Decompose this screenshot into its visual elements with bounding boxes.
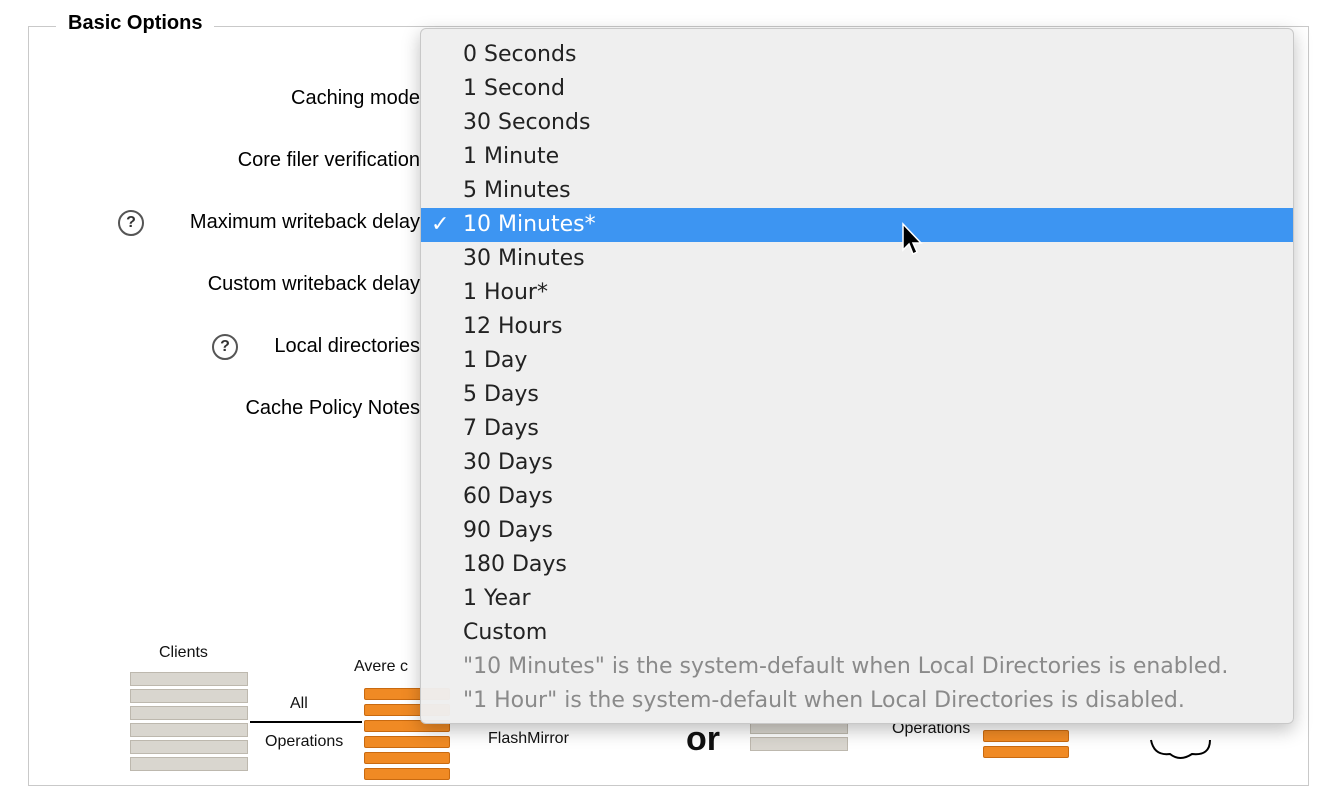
dropdown-option-label: 5 Minutes	[463, 178, 571, 203]
custom-writeback-delay-label: Custom writeback delay	[207, 273, 420, 295]
dropdown-option[interactable]: 5 Minutes	[421, 174, 1293, 208]
dropdown-option[interactable]: 7 Days	[421, 412, 1293, 446]
dropdown-option[interactable]: 30 Days	[421, 446, 1293, 480]
local-directories-label: Local directories	[274, 335, 420, 357]
dropdown-option-label: 1 Year	[463, 586, 531, 611]
dropdown-option-label: 10 Minutes*	[463, 212, 596, 237]
diagram-clients-label: Clients	[159, 644, 208, 661]
mouse-pointer-icon	[902, 222, 923, 256]
diagram-arrow	[250, 721, 362, 723]
core-filer-verification-label: Core filer verification	[237, 149, 420, 171]
dropdown-option[interactable]: 30 Minutes	[421, 242, 1293, 276]
diagram-flashmirror-label: FlashMirror	[488, 730, 569, 747]
dropdown-option[interactable]: 12 Hours	[421, 310, 1293, 344]
dropdown-option-label: 30 Minutes	[463, 246, 585, 271]
diagram-or-label: or	[686, 720, 720, 758]
dropdown-note: "10 Minutes" is the system-default when …	[463, 654, 1229, 679]
dropdown-option[interactable]: 1 Hour*	[421, 276, 1293, 310]
dropdown-option-label: 180 Days	[463, 552, 567, 577]
dropdown-option-label: Custom	[463, 620, 548, 645]
dropdown-option[interactable]: 60 Days	[421, 480, 1293, 514]
dropdown-option[interactable]: 90 Days	[421, 514, 1293, 548]
max-writeback-help-icon[interactable]	[118, 210, 144, 236]
caching-mode-label: Caching mode	[291, 87, 420, 109]
dropdown-option-label: 7 Days	[463, 416, 539, 441]
checkmark-icon: ✓	[431, 212, 450, 237]
dropdown-option-label: 1 Day	[463, 348, 528, 373]
diagram-operations-label: Operations	[265, 733, 344, 750]
dropdown-option-label: 60 Days	[463, 484, 553, 509]
dropdown-option-label: 1 Hour*	[463, 280, 548, 305]
right-cluster-icon	[983, 730, 1069, 762]
cache-policy-notes-label: Cache Policy Notes	[245, 397, 420, 419]
diagram-all-label: All	[290, 695, 308, 712]
dropdown-option-label: 1 Minute	[463, 144, 560, 169]
writeback-delay-dropdown-menu[interactable]: 0 Seconds 1 Second 30 Seconds 1 Minute 5 Min…	[420, 28, 1294, 724]
dropdown-option[interactable]: 180 Days	[421, 548, 1293, 582]
dropdown-option[interactable]: 30 Seconds	[421, 106, 1293, 140]
dropdown-option-label: 30 Seconds	[463, 110, 591, 135]
dropdown-option-label: 30 Days	[463, 450, 553, 475]
dropdown-option[interactable]: 0 Seconds	[421, 38, 1293, 72]
fieldset-legend: Basic Options	[56, 12, 215, 35]
dropdown-options-list: 0 Seconds 1 Second 30 Seconds 1 Minute 5 Min…	[421, 38, 1293, 718]
dropdown-option[interactable]: 1 Year	[421, 582, 1293, 616]
local-directories-help-icon[interactable]	[212, 334, 238, 360]
dropdown-option-label: 12 Hours	[463, 314, 563, 339]
dropdown-option[interactable]: 1 Day	[421, 344, 1293, 378]
dropdown-option[interactable]: 5 Days	[421, 378, 1293, 412]
right-server-icon	[750, 720, 848, 754]
max-writeback-delay-label: Maximum writeback delay	[189, 211, 420, 233]
dropdown-option-label: 5 Days	[463, 382, 539, 407]
dropdown-option[interactable]: Custom	[421, 616, 1293, 650]
diagram-avere-label: Avere c	[354, 658, 408, 675]
dropdown-option-label: 0 Seconds	[463, 42, 577, 67]
dropdown-option[interactable]: 1 Minute	[421, 140, 1293, 174]
cloud-icon	[1150, 739, 1211, 759]
dropdown-option[interactable]: ✓ 10 Minutes*	[421, 208, 1293, 242]
dropdown-note: "1 Hour" is the system-default when Loca…	[463, 688, 1185, 713]
dropdown-option[interactable]: 1 Second	[421, 72, 1293, 106]
dropdown-option-label: 1 Second	[463, 76, 565, 101]
clients-server-icon	[130, 672, 248, 774]
dropdown-option-label: 90 Days	[463, 518, 553, 543]
